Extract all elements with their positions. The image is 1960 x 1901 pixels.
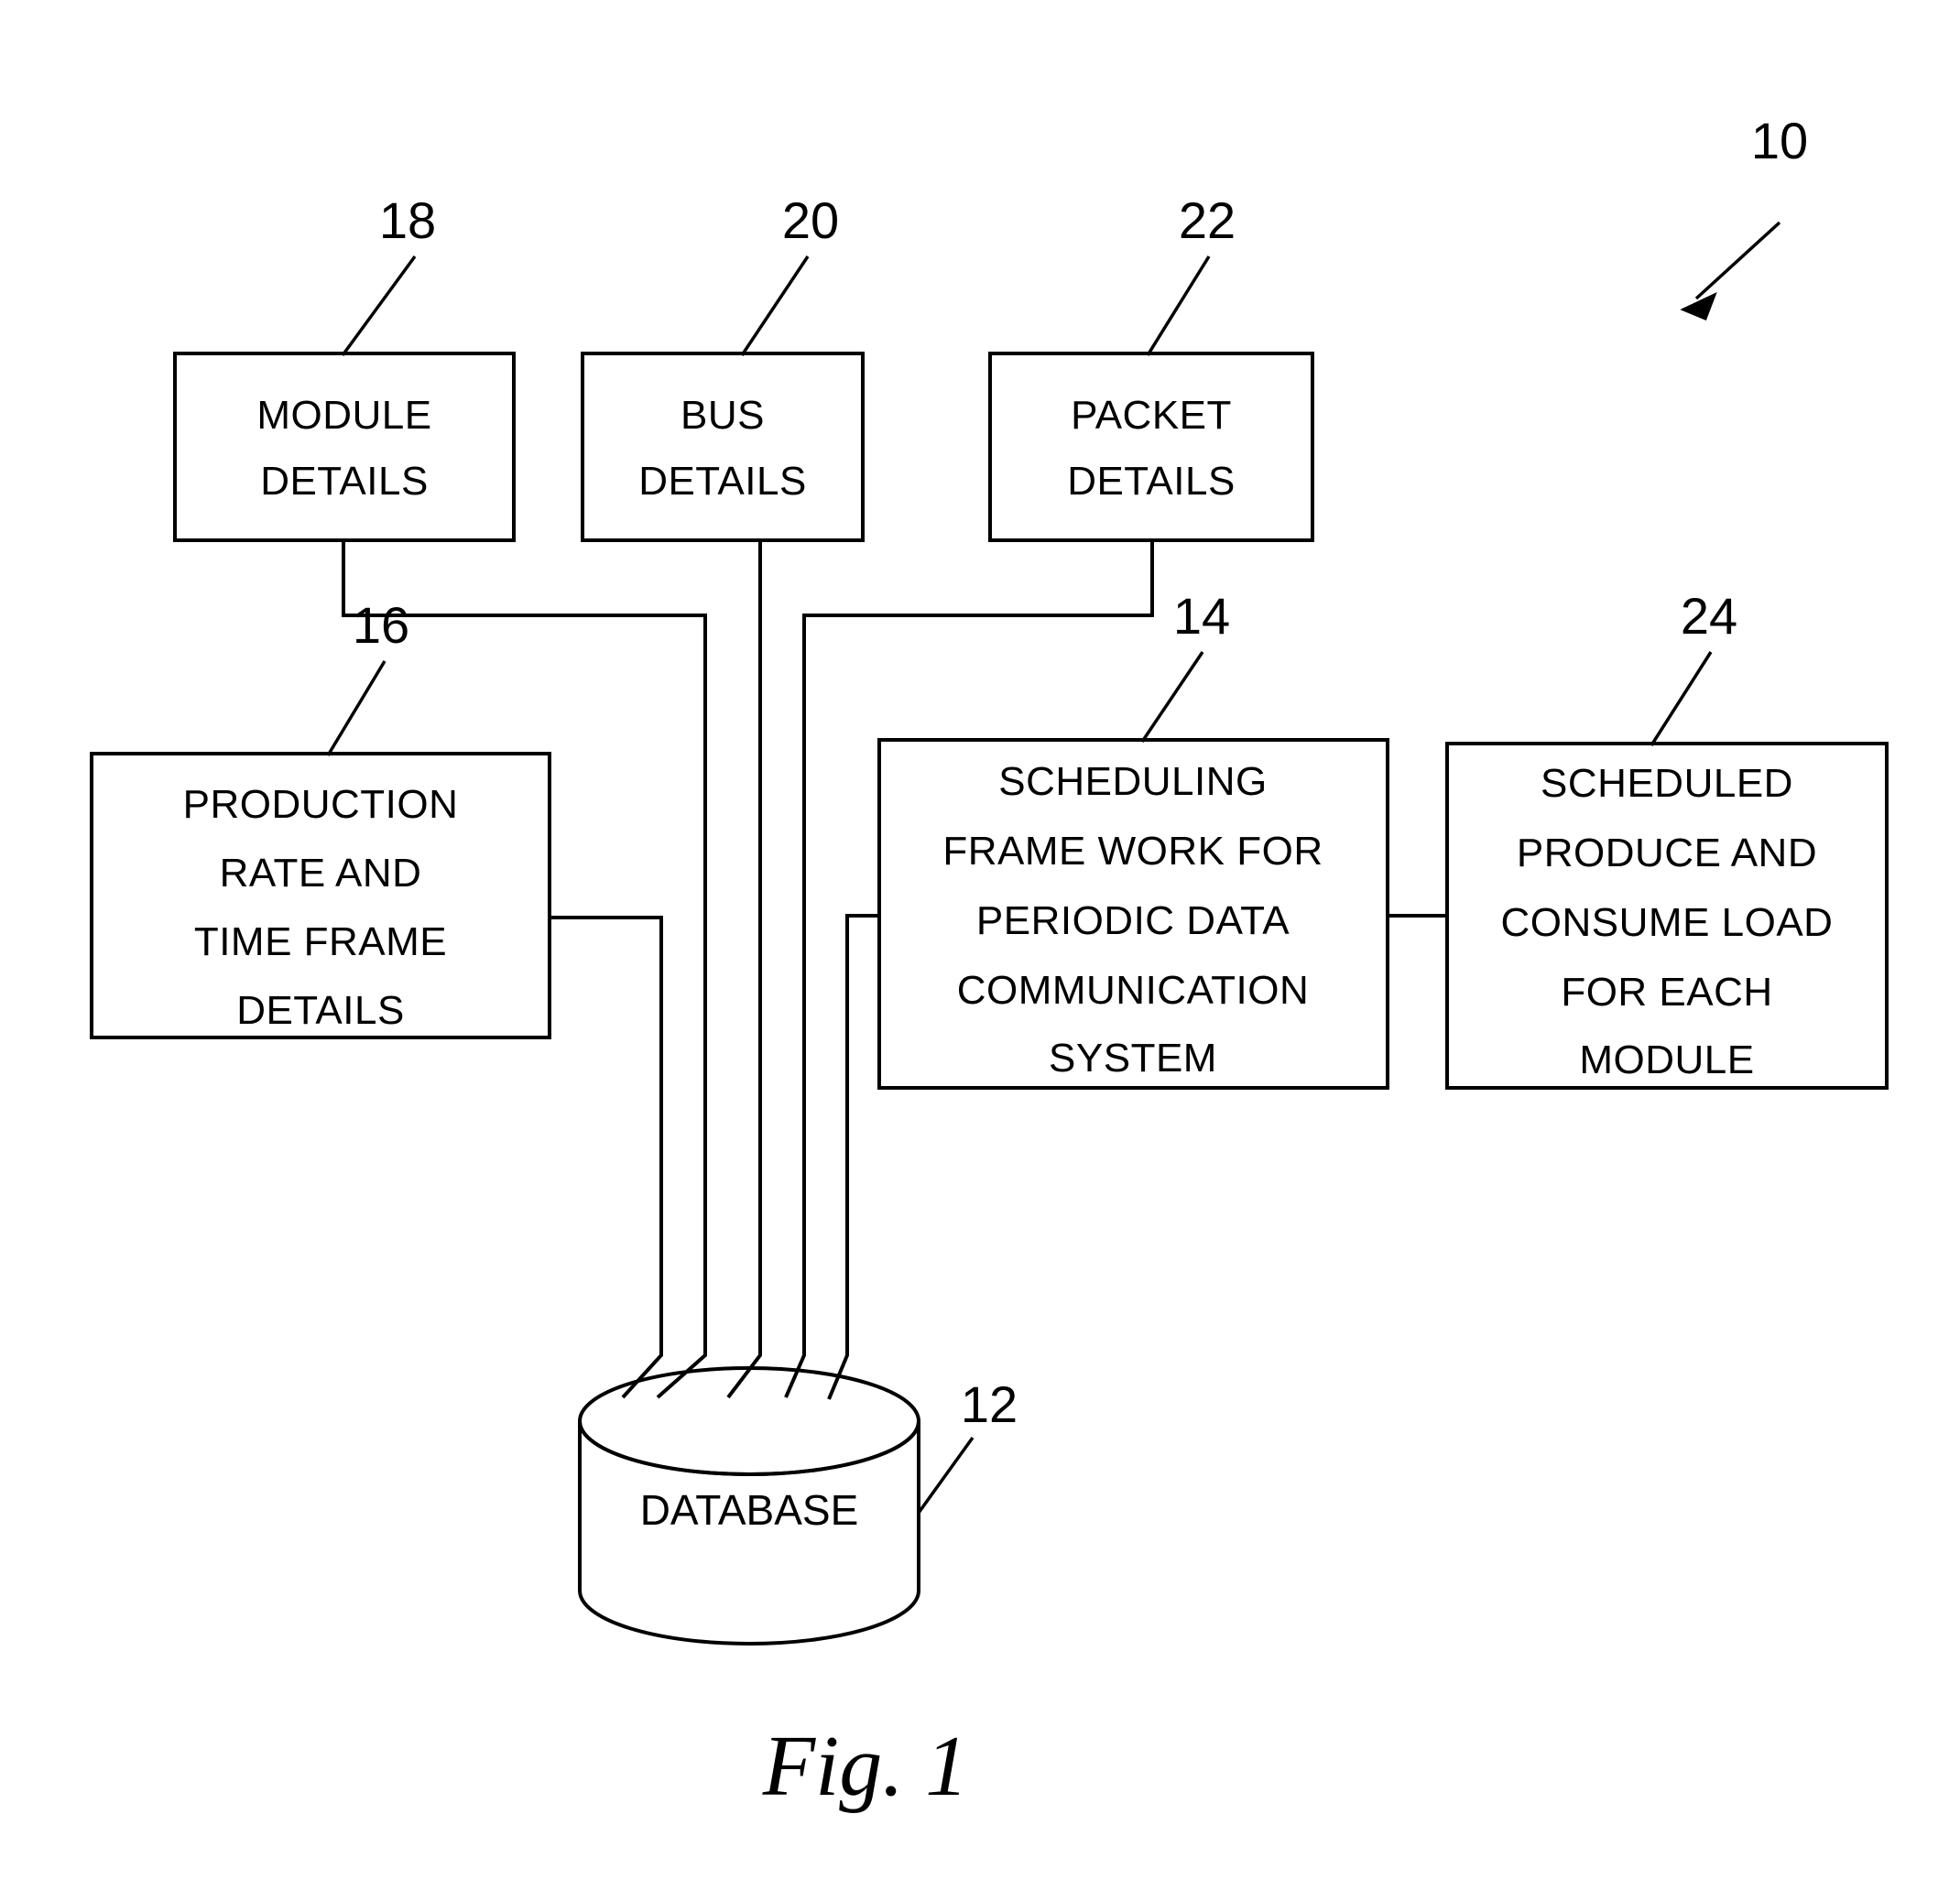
scheduling-framework-label-line5: SYSTEM xyxy=(1049,1036,1217,1081)
leader-line-24 xyxy=(1650,651,1713,746)
ref-number-18: 18 xyxy=(379,191,436,249)
system-arrow-head xyxy=(1680,292,1717,320)
figure-caption: Fig. 1 xyxy=(762,1719,969,1814)
leader-line-18 xyxy=(341,255,417,357)
scheduling-framework-label-line2: FRAME WORK FOR xyxy=(942,829,1323,874)
bus-details-label-line1: BUS xyxy=(681,393,765,438)
database-cylinder-bottom-arc xyxy=(578,1590,920,1646)
scheduling-framework-label-line1: SCHEDULING xyxy=(998,759,1268,804)
connector-scheduling-to-database xyxy=(827,914,879,1400)
ref-number-10: 10 xyxy=(1751,112,1808,169)
leader-line-22 xyxy=(1146,255,1211,356)
node-packet-details[interactable]: PACKET DETAILS xyxy=(988,352,1314,542)
ref-number-20: 20 xyxy=(782,191,839,249)
packet-details-label-line2: DETAILS xyxy=(1067,459,1236,504)
node-scheduling-framework[interactable]: SCHEDULING FRAME WORK FOR PERIODIC DATA … xyxy=(877,738,1389,1090)
connector-production-to-database xyxy=(550,916,663,1399)
bus-details-label-line2: DETAILS xyxy=(638,459,807,504)
module-details-label-line1: MODULE xyxy=(256,393,431,438)
production-rate-label-line2: RATE AND xyxy=(220,851,422,896)
patent-figure-page: MODULE DETAILS 18 BUS DETAILS 20 PACKET … xyxy=(0,0,1960,1901)
ref-number-14: 14 xyxy=(1173,587,1230,645)
figure-canvas: MODULE DETAILS 18 BUS DETAILS 20 PACKET … xyxy=(90,112,1889,1814)
production-rate-label-line1: PRODUCTION xyxy=(183,782,459,827)
scheduled-load-label-line4: FOR EACH xyxy=(1561,970,1772,1015)
leader-line-12 xyxy=(917,1436,975,1515)
node-scheduled-load[interactable]: SCHEDULED PRODUCE AND CONSUME LOAD FOR E… xyxy=(1445,742,1889,1090)
ref-number-22: 22 xyxy=(1179,191,1236,249)
node-module-details[interactable]: MODULE DETAILS xyxy=(173,352,516,542)
system-arrow-line xyxy=(1694,221,1781,300)
scheduled-load-label-line1: SCHEDULED xyxy=(1541,761,1793,806)
connector-bus-to-database xyxy=(726,540,762,1399)
system-reference-10: 10 xyxy=(1680,112,1808,320)
node-bus-details[interactable]: BUS DETAILS xyxy=(581,352,865,542)
module-details-label-line2: DETAILS xyxy=(260,459,429,504)
packet-details-label-line1: PACKET xyxy=(1071,393,1232,438)
scheduling-framework-label-line3: PERIODIC DATA xyxy=(976,898,1290,943)
database-label: DATABASE xyxy=(640,1486,859,1534)
ref-number-12: 12 xyxy=(961,1375,1018,1433)
scheduled-load-label-line2: PRODUCE AND xyxy=(1517,831,1817,875)
module-details-box[interactable] xyxy=(173,352,516,542)
node-database[interactable]: DATABASE xyxy=(578,1366,920,1646)
bus-details-box[interactable] xyxy=(581,352,865,542)
ref-number-16: 16 xyxy=(353,596,409,654)
production-rate-label-line4: DETAILS xyxy=(236,988,405,1033)
scheduled-load-label-line5: MODULE xyxy=(1579,1037,1754,1082)
leader-line-16 xyxy=(326,660,387,756)
production-rate-label-line3: TIME FRAME xyxy=(194,919,447,964)
scheduled-load-label-line3: CONSUME LOAD xyxy=(1501,900,1834,945)
leader-line-20 xyxy=(740,255,810,356)
leader-line-14 xyxy=(1140,651,1204,743)
ref-number-24: 24 xyxy=(1681,587,1737,645)
scheduling-framework-label-line4: COMMUNICATION xyxy=(957,968,1310,1013)
node-production-rate[interactable]: PRODUCTION RATE AND TIME FRAME DETAILS xyxy=(90,752,551,1039)
packet-details-box[interactable] xyxy=(988,352,1314,542)
